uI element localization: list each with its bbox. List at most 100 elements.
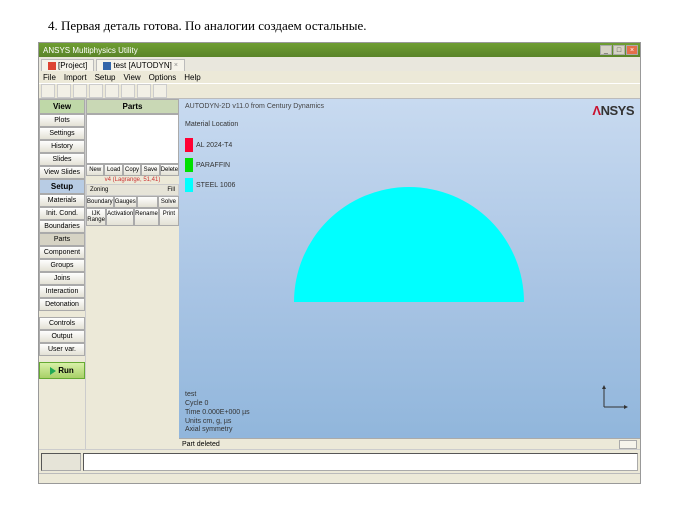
legend: Material Location AL 2024-T4 PARAFFIN <box>185 121 238 198</box>
toolbar <box>39 83 640 99</box>
toolbar-button[interactable] <box>137 84 151 98</box>
parts-new-button[interactable]: New <box>86 164 104 176</box>
sidebar-header-setup: Setup <box>39 179 85 194</box>
run-button[interactable]: Run <box>39 362 85 379</box>
sidebar-item-history[interactable]: History <box>39 140 85 153</box>
tab-label: test [AUTODYN] <box>113 61 172 70</box>
instruction-text: 4. Первая деталь готова. По аналогии соз… <box>0 0 679 42</box>
parts-load-button[interactable]: Load <box>104 164 122 176</box>
zoning-label: Zoning <box>90 187 108 193</box>
parts-preview <box>86 114 179 164</box>
fill-label: Fill <box>167 187 175 193</box>
toolbar-button[interactable] <box>89 84 103 98</box>
info-line: Cycle 0 <box>185 400 250 409</box>
viewport-info: test Cycle 0 Time 0.000E+000 µs Units cm… <box>185 391 250 435</box>
ansys-logo: ΛNSYS <box>592 103 634 118</box>
parts-copy-button[interactable]: Copy <box>123 164 141 176</box>
window-close-button[interactable]: × <box>626 45 638 55</box>
legend-label: PARAFFIN <box>196 162 230 169</box>
parts-ijk-button[interactable]: IJK Range <box>86 208 106 226</box>
command-input[interactable] <box>83 453 638 471</box>
sidebar-item-materials[interactable]: Materials <box>39 194 85 207</box>
app-window: ANSYS Multiphysics Utility _ □ × [Projec… <box>38 42 641 484</box>
menu-file[interactable]: File <box>43 73 56 82</box>
sidebar-item-user-var[interactable]: User var. <box>39 343 85 356</box>
legend-items: AL 2024-T4 PARAFFIN STEEL 1006 <box>185 138 238 192</box>
status-message: Part deleted <box>182 441 619 448</box>
sidebar-item-controls[interactable]: Controls <box>39 317 85 330</box>
sidebar-item-interaction[interactable]: Interaction <box>39 285 85 298</box>
sidebar-item-plots[interactable]: Plots <box>39 114 85 127</box>
menu-options[interactable]: Options <box>149 73 177 82</box>
parts-gauges-button[interactable]: Gauges <box>114 196 137 208</box>
legend-swatch <box>185 158 193 172</box>
info-line: Time 0.000E+000 µs <box>185 409 250 418</box>
toolbar-button[interactable] <box>105 84 119 98</box>
menu-setup[interactable]: Setup <box>95 73 116 82</box>
menubar: File Import Setup View Options Help <box>39 71 640 83</box>
sidebar-left: View Plots Settings History Slides View … <box>39 99 85 449</box>
legend-label: STEEL 1006 <box>196 182 235 189</box>
legend-swatch <box>185 138 193 152</box>
toolbar-button[interactable] <box>121 84 135 98</box>
tab-project[interactable]: [Project] <box>41 59 94 71</box>
sidebar-item-view-slides[interactable]: View Slides <box>39 166 85 179</box>
parts-save-button[interactable]: Save <box>141 164 159 176</box>
tab-autodyn[interactable]: test [AUTODYN] × <box>96 59 185 71</box>
minimize-button[interactable]: _ <box>600 45 612 55</box>
sidebar-item-slides[interactable]: Slides <box>39 153 85 166</box>
tab-strip: [Project] test [AUTODYN] × <box>39 57 640 71</box>
titlebar: ANSYS Multiphysics Utility _ □ × <box>39 43 640 57</box>
sidebar-item-settings[interactable]: Settings <box>39 127 85 140</box>
menu-help[interactable]: Help <box>184 73 200 82</box>
toolbar-button[interactable] <box>73 84 87 98</box>
parts-empty-button[interactable] <box>137 196 158 208</box>
parts-boundary-button[interactable]: Boundary <box>86 196 114 208</box>
legend-item: PARAFFIN <box>185 158 238 172</box>
app-statusbar <box>39 473 640 483</box>
parts-delete-button[interactable]: Delete <box>160 164 179 176</box>
parts-selected-label: v4 (Lagrange, 51,41) <box>86 176 179 184</box>
sidebar-item-groups[interactable]: Groups <box>39 259 85 272</box>
parts-solve-button[interactable]: Solve <box>158 196 179 208</box>
tab-icon <box>48 62 56 70</box>
info-line: test <box>185 391 250 400</box>
parts-subheader[interactable]: Zoning Fill <box>86 184 179 196</box>
toolbar-button[interactable] <box>57 84 71 98</box>
sidebar-item-detonation[interactable]: Detonation <box>39 298 85 311</box>
sidebar-parts: Parts New Load Copy Save Delete v4 (Lagr… <box>85 99 179 449</box>
toolbar-button[interactable] <box>41 84 55 98</box>
viewport[interactable]: AUTODYN-2D v11.0 from Century Dynamics Λ… <box>179 99 640 449</box>
parts-rename-button[interactable]: Rename <box>134 208 159 226</box>
model-geometry <box>294 187 524 302</box>
parts-print-button[interactable]: Print <box>159 208 179 226</box>
legend-item: STEEL 1006 <box>185 178 238 192</box>
sidebar-item-init-cond[interactable]: Init. Cond. <box>39 207 85 220</box>
maximize-button[interactable]: □ <box>613 45 625 55</box>
sidebar-item-joins[interactable]: Joins <box>39 272 85 285</box>
command-bar <box>39 449 640 473</box>
tab-label: [Project] <box>58 61 87 70</box>
parts-activation-button[interactable]: Activation <box>106 208 134 226</box>
sidebar-header-view: View <box>39 99 85 114</box>
menu-import[interactable]: Import <box>64 73 87 82</box>
menu-view[interactable]: View <box>123 73 140 82</box>
axis-triad-icon <box>600 381 630 411</box>
sidebar-item-boundaries[interactable]: Boundaries <box>39 220 85 233</box>
sidebar-item-output[interactable]: Output <box>39 330 85 343</box>
run-label: Run <box>58 366 74 375</box>
sidebar-item-parts[interactable]: Parts <box>39 233 85 246</box>
tab-close-icon[interactable]: × <box>174 62 178 69</box>
info-line: Units cm, g, µs <box>185 418 250 427</box>
command-list[interactable] <box>41 453 81 471</box>
window-title: ANSYS Multiphysics Utility <box>41 46 599 55</box>
sidebar-item-component[interactable]: Component <box>39 246 85 259</box>
parts-header: Parts <box>86 99 179 114</box>
status-dropdown[interactable] <box>619 440 637 449</box>
viewport-title: AUTODYN-2D v11.0 from Century Dynamics <box>185 103 324 110</box>
toolbar-button[interactable] <box>153 84 167 98</box>
legend-header: Material Location <box>185 121 238 128</box>
play-icon <box>50 367 56 375</box>
legend-swatch <box>185 178 193 192</box>
legend-label: AL 2024-T4 <box>196 142 232 149</box>
